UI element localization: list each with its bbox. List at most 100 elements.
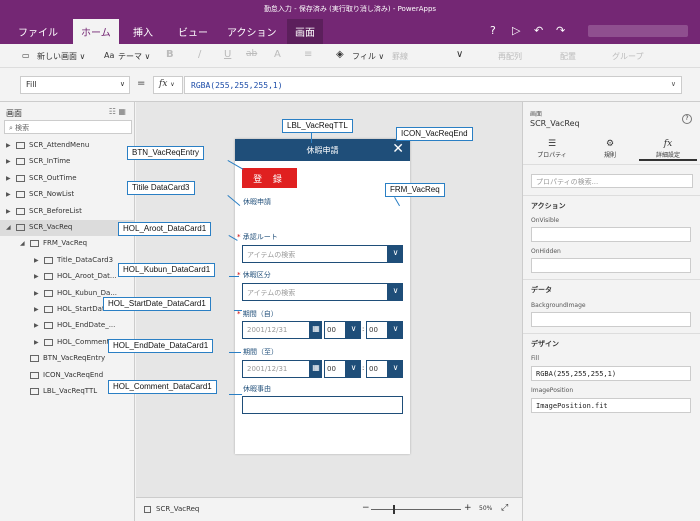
new-screen-button[interactable]: 新しい画面 ∨ bbox=[37, 51, 85, 62]
property-search-input[interactable]: プロパティの検索... bbox=[531, 174, 693, 188]
expanded-arrow-icon[interactable]: ◢ bbox=[20, 240, 25, 247]
home-toolbar: ▭ 新しい画面 ∨ Aa テーマ ∨ B / U ab A ≡ ◈ フィル ∨ … bbox=[0, 44, 700, 68]
align-button[interactable]: 配置 bbox=[560, 51, 576, 62]
collapsed-arrow-icon[interactable]: ▶ bbox=[6, 142, 11, 149]
zoom-out-button[interactable]: − bbox=[362, 503, 370, 513]
register-button[interactable]: 登 録 bbox=[242, 168, 297, 188]
collapsed-arrow-icon[interactable]: ▶ bbox=[34, 257, 39, 264]
tab-properties[interactable]: ☰ プロパティ bbox=[523, 139, 581, 159]
onhidden-input[interactable] bbox=[531, 258, 691, 273]
tab-insert[interactable]: 挿入 bbox=[133, 24, 153, 39]
properties-caption: 画面 bbox=[530, 111, 543, 118]
italic-button[interactable]: / bbox=[198, 49, 201, 60]
screen-icon bbox=[16, 174, 25, 182]
start-date-picker[interactable]: 2001/12/31 bbox=[242, 321, 310, 339]
play-icon[interactable]: ▷ bbox=[512, 24, 520, 37]
tree-search-input[interactable]: ⌕ 検索 bbox=[4, 120, 132, 134]
tree-item[interactable]: ◢ SCR_VacReq bbox=[0, 220, 134, 236]
tree-item-label: SCR_OutTime bbox=[29, 173, 77, 182]
tab-home[interactable]: ホーム bbox=[73, 19, 119, 44]
fill-input[interactable]: RGBA(255,255,255,1) bbox=[531, 366, 691, 381]
group-button[interactable]: グループ bbox=[612, 51, 644, 62]
chevron-down-icon[interactable]: ∨ bbox=[346, 360, 361, 378]
calendar-icon[interactable]: ▦ bbox=[310, 321, 322, 339]
fill-button[interactable]: フィル ∨ bbox=[352, 51, 384, 62]
bold-button[interactable]: B bbox=[166, 49, 174, 60]
end-period-label: 期間（至） bbox=[243, 348, 278, 356]
comment-textbox[interactable] bbox=[242, 396, 403, 414]
chevron-down-icon[interactable]: ∨ bbox=[346, 321, 361, 339]
tree-item[interactable]: ▶ SCR_NowList bbox=[0, 187, 134, 203]
strikethrough-button[interactable]: ab bbox=[246, 49, 257, 59]
tab-file[interactable]: ファイル bbox=[18, 24, 58, 39]
form-header-title[interactable]: 休暇申請 bbox=[235, 145, 410, 156]
property-dropdown[interactable]: Fill ∨ bbox=[20, 76, 130, 94]
collapsed-arrow-icon[interactable]: ▶ bbox=[6, 175, 11, 182]
required-mark: * bbox=[237, 271, 241, 279]
zoom-in-button[interactable]: + bbox=[464, 503, 472, 513]
tree-item-label: SCR_InTime bbox=[29, 157, 71, 166]
zoom-slider[interactable] bbox=[371, 505, 461, 514]
formula-input[interactable]: RGBA(255,255,255,1) ∨ bbox=[184, 76, 682, 94]
collapsed-arrow-icon[interactable]: ▶ bbox=[34, 339, 39, 346]
more-chevron-icon[interactable]: ∨ bbox=[456, 49, 463, 60]
chevron-down-icon[interactable]: ∨ bbox=[388, 283, 403, 301]
leave-type-combobox[interactable]: アイテムの検索 bbox=[242, 283, 388, 301]
end-date-picker[interactable]: 2001/12/31 bbox=[242, 360, 310, 378]
collapsed-arrow-icon[interactable]: ▶ bbox=[34, 290, 39, 297]
collapsed-arrow-icon[interactable]: ▶ bbox=[34, 306, 39, 313]
tab-screen[interactable]: 画面 bbox=[287, 19, 323, 44]
tab-advanced[interactable]: fx 詳細設定 bbox=[639, 139, 697, 161]
chevron-down-icon[interactable]: ∨ bbox=[388, 321, 403, 339]
approval-route-combobox[interactable]: アイテムの検索 bbox=[242, 245, 388, 263]
calendar-icon[interactable]: ▦ bbox=[310, 360, 322, 378]
tab-action[interactable]: アクション bbox=[227, 24, 277, 39]
close-icon[interactable]: ✕ bbox=[392, 141, 404, 157]
underline-button[interactable]: U bbox=[224, 49, 231, 60]
collapsed-arrow-icon[interactable]: ▶ bbox=[6, 208, 11, 215]
tab-rules[interactable]: ⚙ 規則 bbox=[581, 139, 639, 159]
tree-item[interactable]: ▶ SCR_BeforeList bbox=[0, 204, 134, 220]
tree-item[interactable]: ◢ FRM_VacReq bbox=[0, 236, 134, 252]
align-text-button[interactable]: ≡ bbox=[304, 49, 312, 60]
expanded-arrow-icon[interactable]: ◢ bbox=[6, 224, 11, 231]
tree-item[interactable]: ▶ HOL_EndDate_... bbox=[0, 318, 134, 334]
zoom-slider-thumb[interactable] bbox=[393, 505, 395, 514]
tree-item[interactable]: ▶ SCR_OutTime bbox=[0, 171, 134, 187]
chevron-down-icon[interactable]: ∨ bbox=[388, 360, 403, 378]
end-hour-dropdown[interactable]: 00 bbox=[324, 360, 346, 378]
tree-item[interactable]: ▶ SCR_InTime bbox=[0, 154, 134, 170]
tree-item[interactable]: BTN_VacReqEntry bbox=[0, 351, 134, 367]
tree-item[interactable]: ▶ HOL_Aroot_Dat... bbox=[0, 269, 134, 285]
redo-icon[interactable]: ↷ bbox=[556, 24, 565, 37]
onvisible-input[interactable] bbox=[531, 227, 691, 242]
start-hour-dropdown[interactable]: 00 bbox=[324, 321, 346, 339]
fx-button[interactable]: fx ∨ bbox=[153, 76, 183, 94]
help-icon[interactable]: ? bbox=[682, 114, 692, 124]
tree-view-toggle-icons[interactable]: ☷ ▦ bbox=[109, 107, 126, 116]
collapsed-arrow-icon[interactable]: ▶ bbox=[34, 273, 39, 280]
callout-lbl-vacreqttl: LBL_VacReqTTL bbox=[282, 119, 353, 133]
collapsed-arrow-icon[interactable]: ▶ bbox=[34, 322, 39, 329]
undo-icon[interactable]: ↶ bbox=[534, 24, 543, 37]
theme-button[interactable]: テーマ ∨ bbox=[118, 51, 150, 62]
status-screen-name[interactable]: SCR_VacReq bbox=[156, 505, 199, 513]
end-minute-dropdown[interactable]: 00 bbox=[366, 360, 388, 378]
background-image-input[interactable] bbox=[531, 312, 691, 327]
icon-icon bbox=[30, 371, 39, 379]
reorder-button[interactable]: 再配列 bbox=[498, 51, 522, 62]
tab-view[interactable]: ビュー bbox=[178, 24, 208, 39]
tree-item[interactable]: ▶ Title_DataCard3 bbox=[0, 253, 134, 269]
collapsed-arrow-icon[interactable]: ▶ bbox=[6, 191, 11, 198]
border-button[interactable]: 罫線 bbox=[392, 51, 408, 62]
start-minute-dropdown[interactable]: 00 bbox=[366, 321, 388, 339]
tree-item[interactable]: ▶ SCR_AttendMenu bbox=[0, 138, 134, 154]
collapsed-arrow-icon[interactable]: ▶ bbox=[6, 158, 11, 165]
fit-to-window-icon[interactable]: ⤢ bbox=[501, 503, 508, 513]
help-icon[interactable]: ? bbox=[490, 24, 496, 37]
card-icon bbox=[44, 306, 53, 313]
expand-formula-icon[interactable]: ∨ bbox=[671, 80, 676, 88]
font-size-button[interactable]: A bbox=[274, 49, 281, 60]
chevron-down-icon[interactable]: ∨ bbox=[388, 245, 403, 263]
image-position-input[interactable]: ImagePosition.fit bbox=[531, 398, 691, 413]
